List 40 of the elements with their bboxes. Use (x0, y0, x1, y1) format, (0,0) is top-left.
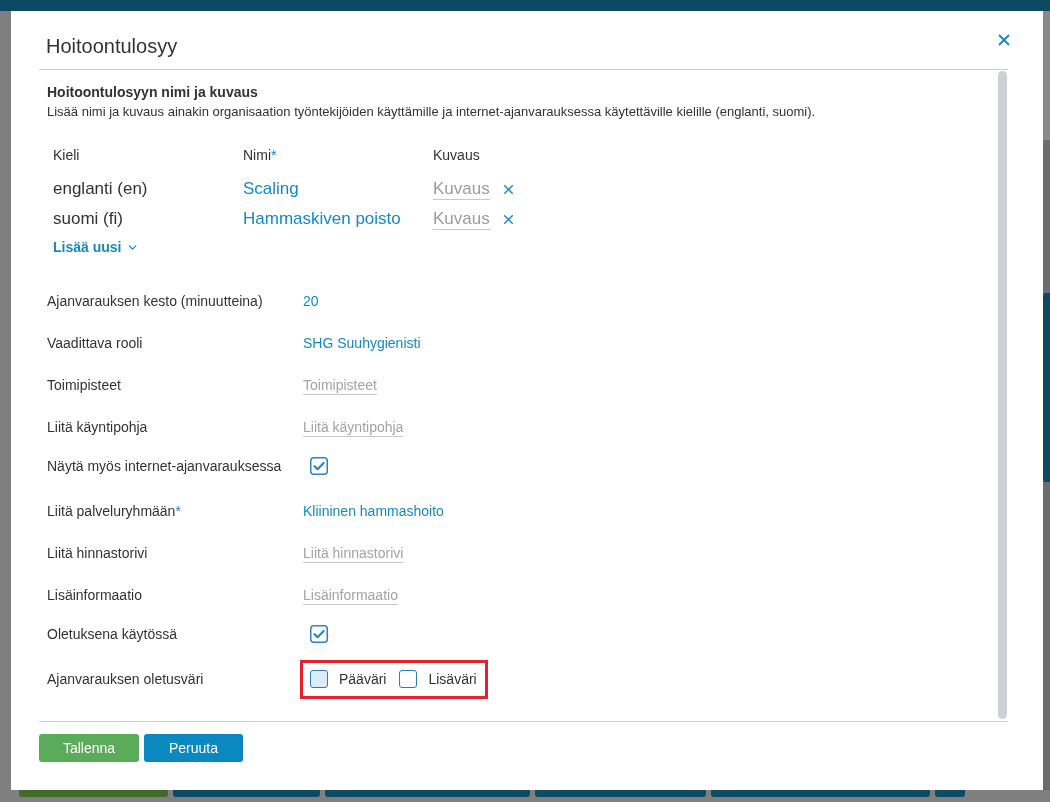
field-label: Lisäinformaatio (47, 586, 142, 604)
input-field[interactable]: Liitä hinnastorivi (303, 543, 404, 563)
checkbox[interactable] (310, 457, 328, 475)
field-value[interactable]: 20 (303, 292, 319, 310)
section-heading: Hoitoontulosyyn nimi ja kuvaus (47, 83, 259, 101)
dialog-title: Hoitoontulosyy (46, 34, 178, 58)
field-value[interactable]: Kliininen hammashoito (303, 502, 444, 520)
color-swatch[interactable] (399, 670, 418, 688)
option-label: Pääväri (339, 670, 387, 688)
name-value[interactable]: Hammaskiven poisto (243, 208, 401, 230)
dimmed-background-block (935, 790, 965, 797)
option-label: Lisäväri (428, 670, 477, 688)
color-swatch[interactable] (310, 670, 328, 688)
field-label: Ajanvarauksen oletusväri (47, 670, 204, 688)
input-field[interactable]: Lisäinformaatio (303, 585, 398, 605)
field-label: Liitä hinnastorivi (47, 544, 148, 562)
language-label: suomi (fi) (53, 208, 123, 230)
section-description: Lisää nimi ja kuvaus ainakin organisaation työntekijöiden käyttämille ja internet-ajanvarauksessa käytettäville kielille (englanti, suomi). (47, 103, 817, 121)
input-field[interactable]: Liitä käyntipohja (303, 417, 404, 437)
add-new-button[interactable]: Lisää uusi (53, 238, 140, 256)
field-label: Näytä myös internet-ajanvarauksessa (47, 457, 282, 475)
field-label: Liitä käyntipohja (47, 418, 148, 436)
field-label: Vaadittava rooli (47, 334, 143, 352)
field-label: Liitä palveluryhmään* (47, 502, 181, 520)
scrollbar-thumb[interactable] (998, 71, 1007, 719)
input-field[interactable]: Kuvaus (433, 208, 490, 230)
column-header: Kieli (53, 146, 80, 164)
field-value[interactable]: SHG Suuhygienisti (303, 334, 421, 352)
column-header: Nimi* (243, 146, 277, 164)
field-label: Toimipisteet (47, 376, 121, 394)
name-value[interactable]: Scaling (243, 178, 299, 200)
field-label: Ajanvarauksen kesto (minuutteina) (47, 292, 263, 310)
column-header: Kuvaus (433, 146, 480, 164)
save-button[interactable]: Tallenna (39, 734, 139, 762)
input-field[interactable]: Toimipisteet (303, 375, 377, 395)
field-label: Oletuksena käytössä (47, 625, 177, 643)
input-field[interactable]: Kuvaus (433, 178, 490, 200)
checkbox[interactable] (310, 625, 328, 643)
language-label: englanti (en) (53, 178, 148, 200)
cancel-button[interactable]: Peruuta (144, 734, 243, 762)
